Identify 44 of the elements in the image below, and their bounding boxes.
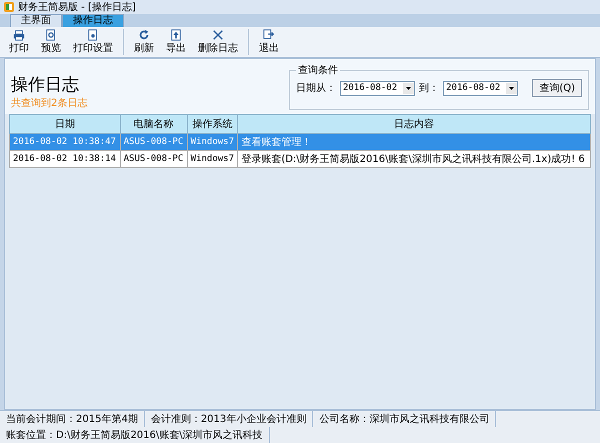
status-item: 账套位置：D:\财务王简易版2016\账套\深圳市风之讯科技 [0, 427, 270, 443]
result-count: 共查询到2条日志 [11, 96, 88, 110]
toolbar-button[interactable]: 刷新 [129, 29, 159, 55]
panel-legend: 查询条件 [296, 63, 340, 77]
date-dropdown[interactable]: 2016-08-02 [340, 80, 416, 96]
column-header[interactable]: 电脑名称 [120, 114, 188, 134]
table-cell: 查看账套管理！ [238, 134, 590, 150]
tab[interactable]: 主界面 [10, 14, 62, 27]
toolbar-icon [13, 29, 25, 41]
toolbar-icon [170, 29, 182, 41]
table-cell: Windows7 [187, 134, 238, 150]
date-dropdown[interactable]: 2016-08-02 [443, 80, 518, 96]
status-item: 当前会计期间：2015年第4期 [0, 411, 145, 427]
from-label: 日期从： [296, 82, 336, 95]
column-header[interactable]: 操作系统 [187, 114, 238, 134]
toolbar-icon [87, 29, 99, 41]
page-title: 操作日志 [11, 74, 80, 96]
window-title: 财务王简易版 - [操作日志] [18, 0, 136, 14]
to-label: 到： [419, 82, 440, 95]
table-cell: ASUS-008-PC [120, 150, 188, 168]
table-cell: 2016-08-02 10:38:14 [10, 150, 120, 168]
column-header[interactable]: 日志内容 [238, 114, 590, 134]
toolbar-icon [45, 29, 57, 41]
status-item: 会计准则：2013年小企业会计准则 [144, 411, 314, 427]
toolbar-button[interactable]: 打印 [4, 29, 34, 55]
toolbar-icon [263, 29, 275, 41]
table-cell: ASUS-008-PC [120, 134, 188, 150]
toolbar-icon [212, 29, 224, 41]
toolbar-button[interactable]: 打印设置 [68, 29, 118, 55]
caret-icon [506, 82, 518, 94]
toolbar-button[interactable]: 退出 [254, 29, 284, 55]
status-item: 公司名称：深圳市风之讯科技有限公司 [313, 411, 496, 427]
toolbar-button[interactable]: 删除日志 [193, 29, 243, 55]
caret-icon [403, 82, 414, 94]
toolbar-button[interactable]: 导出 [161, 29, 191, 55]
app-icon [4, 2, 14, 12]
toolbar-button[interactable]: 预览 [36, 29, 66, 55]
table-cell: 2016-08-02 10:38:47 [10, 134, 120, 150]
toolbar-icon [138, 29, 150, 41]
column-header[interactable]: 日期 [10, 114, 120, 134]
query-button[interactable]: 查询(Q) [532, 79, 582, 97]
table-cell: 登录账套(D:\财务王简易版2016\账套\深圳市风之讯科技有限公司.1x)成功! 6 [238, 150, 590, 168]
table-cell: Windows7 [187, 150, 238, 168]
tab[interactable]: 操作日志 [62, 14, 124, 27]
